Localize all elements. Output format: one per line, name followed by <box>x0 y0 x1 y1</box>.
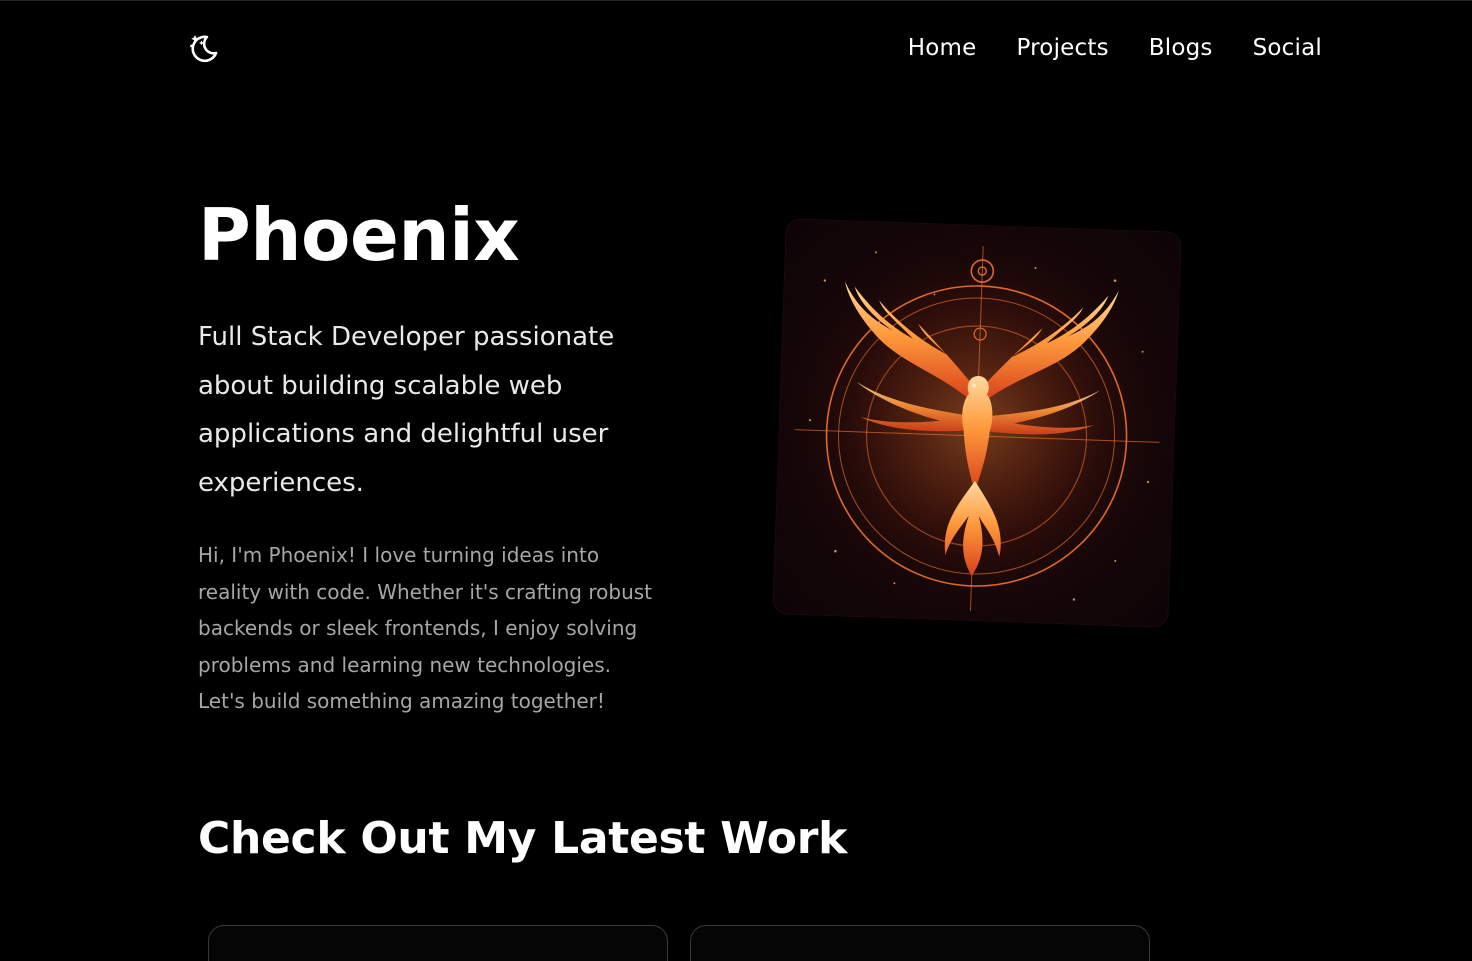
project-card[interactable] <box>690 925 1150 961</box>
latest-work-heading: Check Out My Latest Work <box>198 813 848 864</box>
main-nav: Home Projects Blogs Social <box>908 35 1322 61</box>
nav-projects-link[interactable]: Projects <box>1016 35 1108 61</box>
theme-toggle-button[interactable] <box>184 29 224 69</box>
moon-stars-icon <box>190 35 218 63</box>
project-card[interactable] <box>208 925 668 961</box>
phoenix-emblem-icon <box>773 219 1181 627</box>
hero-tagline: Full Stack Developer passionate about bu… <box>198 322 615 498</box>
nav-social-link[interactable]: Social <box>1253 35 1322 61</box>
hero-name-heading: Phoenix <box>198 193 520 277</box>
phoenix-emblem-image <box>773 219 1181 627</box>
page: Home Projects Blogs Social Phoenix Full … <box>0 0 1472 961</box>
hero-intro-text: Hi, I'm Phoenix! I love turning ideas in… <box>198 543 653 713</box>
nav-home-link[interactable]: Home <box>908 35 977 61</box>
nav-blogs-link[interactable]: Blogs <box>1149 35 1213 61</box>
